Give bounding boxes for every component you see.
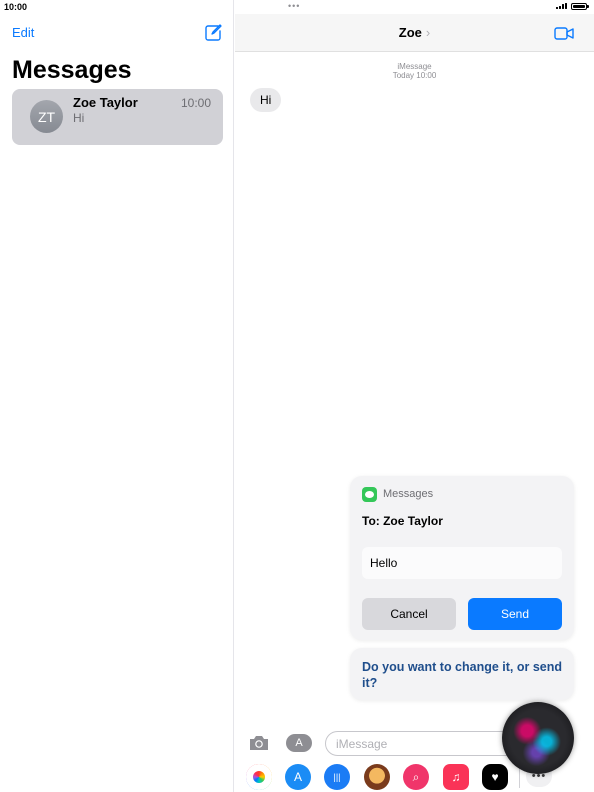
facetime-video-icon[interactable]	[554, 27, 574, 40]
siri-question-text: Do you want to change it, or send it?	[362, 660, 563, 690]
message-service-label: iMessage Today 10:00	[235, 62, 594, 80]
signal-icon	[556, 3, 567, 9]
compose-icon[interactable]	[205, 24, 222, 41]
memoji-icon[interactable]	[364, 764, 390, 790]
page-title: Messages	[12, 56, 132, 84]
siri-orb-icon[interactable]	[502, 702, 574, 774]
conversation-time: 10:00	[180, 96, 211, 110]
edit-button[interactable]: Edit	[12, 25, 34, 40]
contact-name: Zoe	[398, 25, 422, 40]
app-store-drawer-icon[interactable]: A	[286, 734, 312, 752]
chevron-right-icon: ›	[425, 25, 431, 40]
photos-icon[interactable]	[246, 764, 272, 790]
incoming-message-bubble[interactable]: Hi	[250, 88, 282, 112]
contact-name-button[interactable]: Zoe ›	[235, 25, 594, 40]
battery-icon	[571, 3, 587, 10]
status-time: 10:00	[4, 2, 28, 12]
service-name: iMessage	[397, 62, 432, 71]
audio-message-icon[interactable]: |||	[324, 764, 350, 790]
recipient-line: To: Zoe Taylor	[362, 514, 443, 528]
cancel-button[interactable]: Cancel	[362, 598, 456, 630]
app-store-icon[interactable]: A	[285, 764, 311, 790]
message-input-placeholder: iMessage	[336, 736, 388, 751]
avatar: ZT	[30, 100, 63, 133]
digital-touch-icon[interactable]: ♥	[482, 764, 508, 790]
camera-icon[interactable]	[248, 734, 270, 752]
message-timestamp: Today 10:00	[392, 71, 437, 80]
siri-app-name: Messages	[383, 488, 434, 500]
music-icon[interactable]: ♫	[443, 764, 469, 790]
send-button[interactable]: Send	[468, 598, 562, 630]
messages-app-icon	[362, 487, 377, 502]
conversation-preview: Hi	[73, 111, 85, 125]
battery-tip	[587, 5, 589, 8]
search-images-icon[interactable]: ⌕	[403, 764, 429, 790]
draft-message-field[interactable]: Hello	[362, 547, 562, 579]
conversation-name: Zoe Taylor	[73, 95, 138, 110]
multitasking-dots[interactable]: •••	[288, 1, 300, 11]
